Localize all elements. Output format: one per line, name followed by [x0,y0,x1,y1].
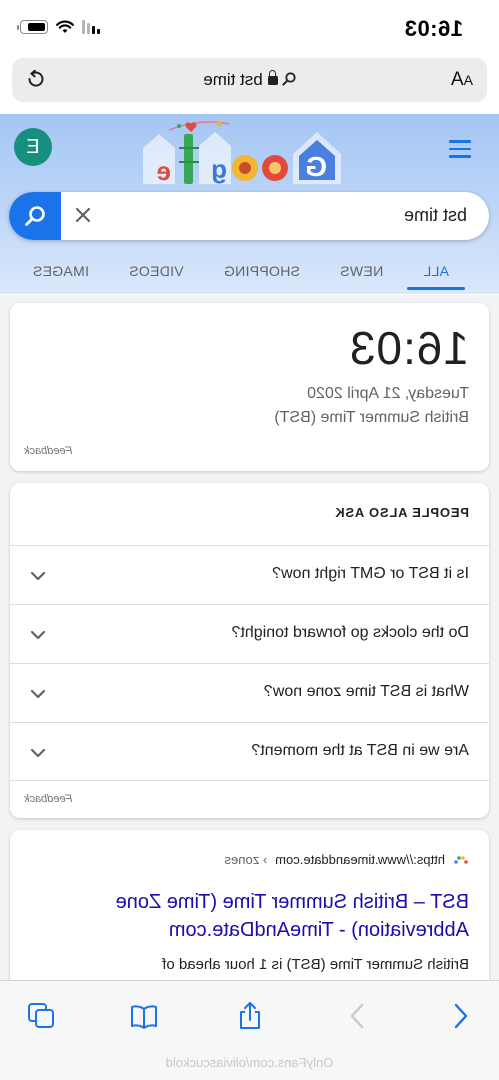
feedback-link[interactable]: Feedback [24,793,72,805]
back-icon[interactable] [445,1001,475,1031]
tab-all[interactable]: ALL [403,248,469,294]
result-url: https://www.timeanddate.com [275,852,445,867]
search-button[interactable] [9,192,61,240]
lock-icon [267,76,278,85]
paa-title: PEOPLE ALSO ASK [334,505,469,520]
share-icon[interactable] [235,1001,265,1031]
browser-toolbar: OnlyFans.com/oliviascuckold [0,980,499,1080]
mirrored-screen: 16:03 AA bst time E G g e bst time ALL N… [0,0,499,1080]
search-small-icon [282,72,296,86]
chevron-down-icon [30,630,46,640]
result-source[interactable]: https://www.timeanddate.com › zones [225,852,469,867]
reload-icon[interactable] [24,67,48,91]
tab-news[interactable]: NEWS [320,248,403,294]
time-card: 16:03 Tuesday, 21 April 2020 British Sum… [10,303,489,471]
google-header: E G g e bst time ALL NEWS SHOPPING VIDEO… [0,114,499,294]
avatar[interactable]: E [14,128,52,166]
tabs-icon[interactable] [26,1001,56,1031]
bookmarks-icon[interactable] [129,1001,159,1031]
clear-icon[interactable] [73,205,93,225]
svg-text:e: e [157,156,171,186]
forward-icon[interactable] [343,1001,373,1031]
url-text: bst time [203,70,263,89]
paa-question-text: Do the clocks go forward tonight? [231,624,469,641]
paa-question-text: What is BST time zone now? [263,683,469,700]
current-time: 16:03 [348,322,469,374]
current-date: Tuesday, 21 April 2020 [307,385,469,402]
search-tabs: ALL NEWS SHOPPING VIDEOS IMAGES MA [0,248,499,294]
tab-shopping[interactable]: SHOPPING [204,248,320,294]
search-box[interactable]: bst time [9,192,489,240]
menu-icon[interactable] [449,140,471,158]
status-time: 16:03 [404,16,463,41]
favicon-icon [454,855,468,864]
chevron-down-icon [30,748,46,758]
paa-question-text: Are we in BST at the moment? [251,742,469,759]
result-path: › zones [224,852,268,867]
feedback-link[interactable]: Feedback [24,445,72,457]
google-doodle-logo[interactable]: G g e [139,118,349,194]
status-icons [20,20,100,34]
paa-question-text: Is it BST or GMT right now? [272,565,469,582]
chevron-down-icon [30,689,46,699]
tab-videos[interactable]: VIDEOS [109,248,204,294]
signal-icon [82,20,100,34]
svg-text:G: G [305,151,327,182]
paa-question[interactable]: What is BST time zone now? [10,663,489,722]
tab-images[interactable]: IMAGES [13,248,109,294]
search-icon [25,206,45,226]
paa-question[interactable]: Are we in BST at the moment? [10,722,489,781]
battery-icon [20,20,48,34]
status-bar: 16:03 [0,0,499,56]
time-zone-label: British Summer Time (BST) [274,409,469,426]
wifi-icon [56,20,74,33]
url-display[interactable]: bst time [12,70,487,90]
tab-maps[interactable]: MA [0,248,13,294]
watermark: OnlyFans.com/oliviascuckold [165,1055,334,1070]
people-also-ask-card: PEOPLE ALSO ASK Is it BST or GMT right n… [10,483,489,818]
paa-list: Is it BST or GMT right now? Do the clock… [10,545,489,781]
paa-question[interactable]: Is it BST or GMT right now? [10,545,489,604]
address-bar[interactable]: AA bst time [12,58,487,102]
svg-text:g: g [211,154,227,184]
paa-question[interactable]: Do the clocks go forward tonight? [10,604,489,663]
result-snippet: British Summer Time (BST) is 1 hour ahea… [162,956,469,973]
result-title-link[interactable]: BST – British Summer Time (Time Zone Abb… [39,888,469,944]
chevron-down-icon [30,571,46,581]
search-input[interactable]: bst time [404,205,467,226]
search-result: https://www.timeanddate.com › zones BST … [10,830,489,1000]
results-page: 16:03 Tuesday, 21 April 2020 British Sum… [0,295,499,1000]
